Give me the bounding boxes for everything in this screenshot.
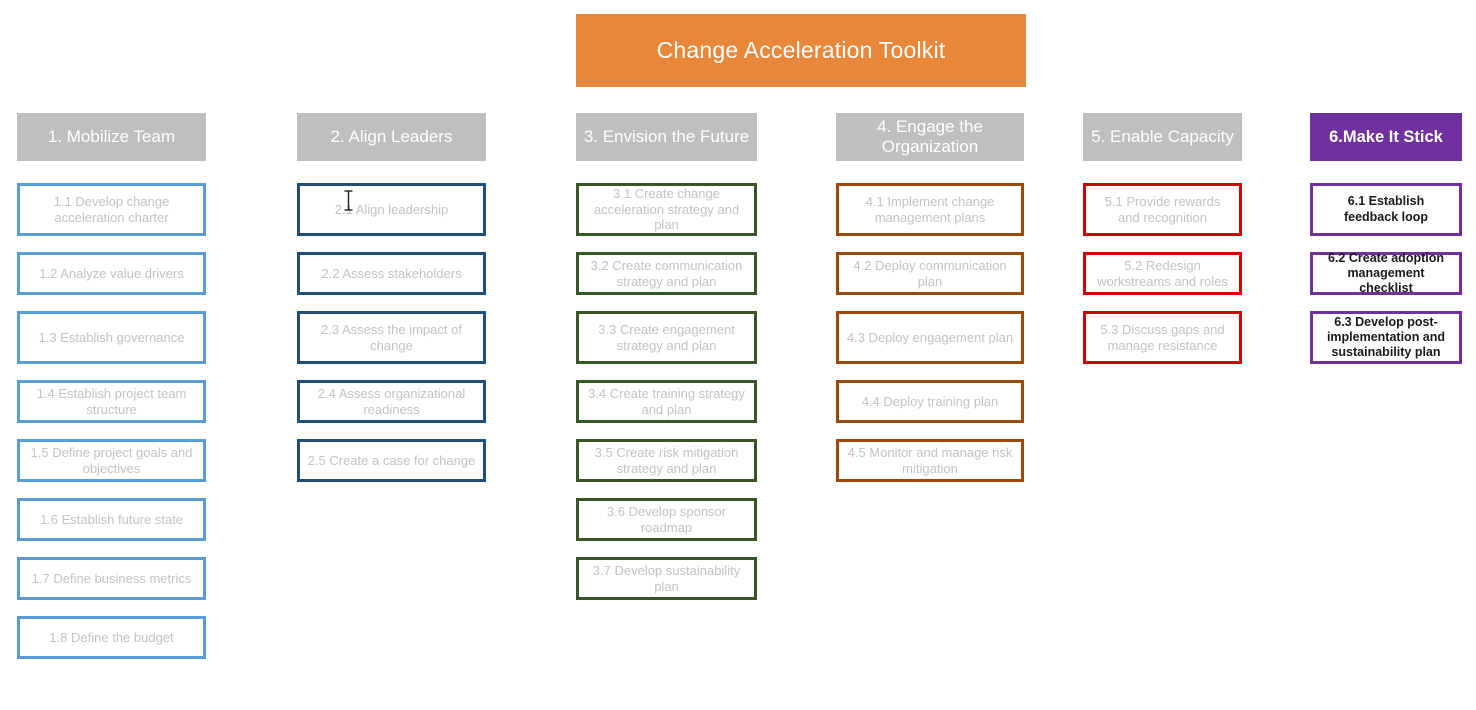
page-title: Change Acceleration Toolkit xyxy=(656,36,946,63)
task-card[interactable]: 4.5 Monitor and manage risk mitigation xyxy=(836,439,1024,482)
column-header-6[interactable]: 6.Make It Stick xyxy=(1310,113,1462,161)
column-header-2[interactable]: 2. Align Leaders xyxy=(297,113,486,161)
toolkit-board: Change Acceleration Toolkit 1. Mobilize … xyxy=(0,0,1476,710)
task-card[interactable]: 3.3 Create engagement strategy and plan xyxy=(576,311,757,364)
phase-column-4: 4. Engage the Organization 4.1 Implement… xyxy=(836,113,1024,498)
column-header-1[interactable]: 1. Mobilize Team xyxy=(17,113,206,161)
task-card[interactable]: 5.2 Redesign workstreams and roles xyxy=(1083,252,1242,295)
phase-column-1: 1. Mobilize Team 1.1 Develop change acce… xyxy=(17,113,206,675)
task-card[interactable]: 2.4 Assess organizational readiness xyxy=(297,380,486,423)
task-card[interactable]: 1.8 Define the budget xyxy=(17,616,206,659)
task-card[interactable]: 4.3 Deploy engagement plan xyxy=(836,311,1024,364)
column-cells-4: 4.1 Implement change management plans 4.… xyxy=(836,183,1024,482)
task-card[interactable]: 1.5 Define project goals and objectives xyxy=(17,439,206,482)
column-cells-5: 5.1 Provide rewards and recognition 5.2 … xyxy=(1083,183,1242,364)
task-card[interactable]: 2.5 Create a case for change xyxy=(297,439,486,482)
task-card[interactable]: 3.2 Create communication strategy and pl… xyxy=(576,252,757,295)
task-card[interactable]: 4.1 Implement change management plans xyxy=(836,183,1024,236)
task-card[interactable]: 2.2 Assess stakeholders xyxy=(297,252,486,295)
column-header-3[interactable]: 3. Envision the Future xyxy=(576,113,757,161)
phase-column-5: 5. Enable Capacity 5.1 Provide rewards a… xyxy=(1083,113,1242,380)
task-card[interactable]: 4.4 Deploy training plan xyxy=(836,380,1024,423)
task-card[interactable]: 6.2 Create adoption management checklist xyxy=(1310,251,1462,295)
phase-column-6: 6.Make It Stick 6.1 Establish feedback l… xyxy=(1310,113,1462,380)
task-card[interactable]: 3.1 Create change acceleration strategy … xyxy=(576,183,757,236)
column-header-4[interactable]: 4. Engage the Organization xyxy=(836,113,1024,161)
task-card[interactable]: 1.1 Develop change acceleration charter xyxy=(17,183,206,236)
task-card[interactable]: 1.3 Establish governance xyxy=(17,311,206,364)
task-card[interactable]: 6.1 Establish feedback loop xyxy=(1310,183,1462,236)
task-card[interactable]: 3.7 Develop sustainability plan xyxy=(576,557,757,600)
column-cells-3: 3.1 Create change acceleration strategy … xyxy=(576,183,757,600)
task-card[interactable]: 5.1 Provide rewards and recognition xyxy=(1083,183,1242,236)
title-banner: Change Acceleration Toolkit xyxy=(576,14,1026,87)
task-card[interactable]: 1.7 Define business metrics xyxy=(17,557,206,600)
task-card[interactable]: 2.3 Assess the impact of change xyxy=(297,311,486,364)
task-card[interactable]: 5.3 Discuss gaps and manage resistance xyxy=(1083,311,1242,364)
task-card[interactable]: 1.4 Establish project team structure xyxy=(17,380,206,423)
column-cells-1: 1.1 Develop change acceleration charter … xyxy=(17,183,206,659)
task-card[interactable]: 2.1 Align leadership xyxy=(297,183,486,236)
column-header-5[interactable]: 5. Enable Capacity xyxy=(1083,113,1242,161)
task-card[interactable]: 3.6 Develop sponsor roadmap xyxy=(576,498,757,541)
phase-column-3: 3. Envision the Future 3.1 Create change… xyxy=(576,113,757,616)
phase-column-2: 2. Align Leaders 2.1 Align leadership 2.… xyxy=(297,113,486,498)
column-cells-2: 2.1 Align leadership 2.2 Assess stakehol… xyxy=(297,183,486,482)
task-card[interactable]: 6.3 Develop post-implementation and sust… xyxy=(1310,311,1462,364)
task-card[interactable]: 1.6 Establish future state xyxy=(17,498,206,541)
column-cells-6: 6.1 Establish feedback loop 6.2 Create a… xyxy=(1310,183,1462,364)
task-card[interactable]: 3.4 Create training strategy and plan xyxy=(576,380,757,423)
task-card[interactable]: 4.2 Deploy communication plan xyxy=(836,252,1024,295)
task-card[interactable]: 1.2 Analyze value drivers xyxy=(17,252,206,295)
task-card[interactable]: 3.5 Create risk mitigation strategy and … xyxy=(576,439,757,482)
